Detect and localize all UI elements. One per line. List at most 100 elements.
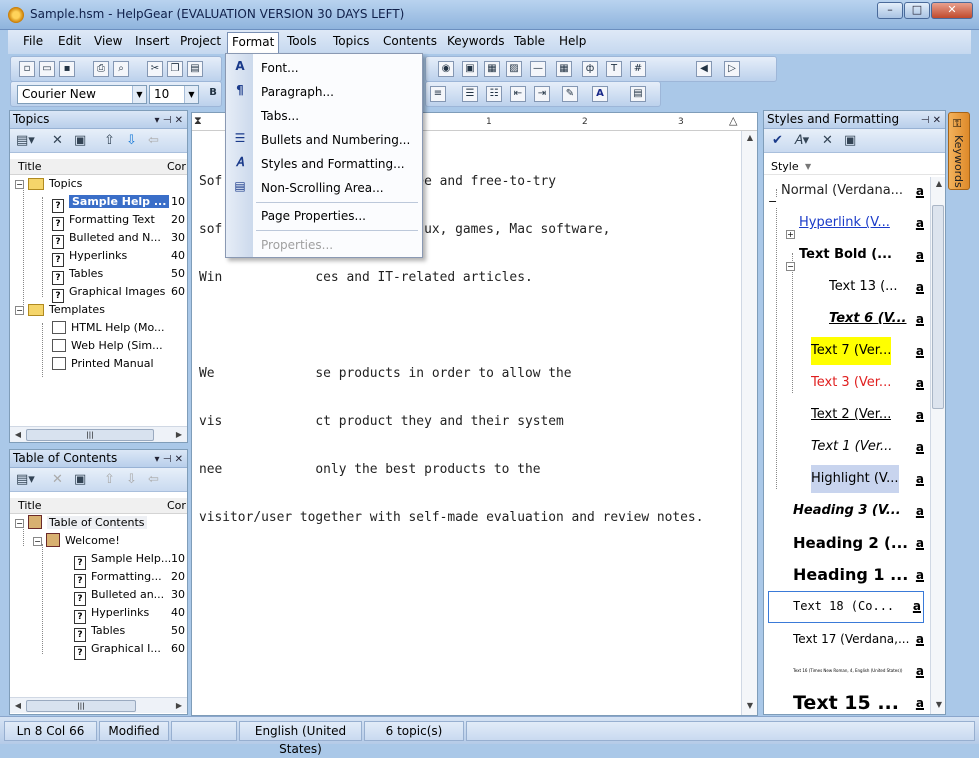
right-margin-marker-icon[interactable]: △: [729, 114, 737, 127]
menu-topics[interactable]: Topics: [333, 34, 369, 48]
panel-pin-close-icons[interactable]: ▾ ⊣ ✕: [155, 451, 183, 468]
frame-icon[interactable]: ▦: [484, 61, 500, 77]
count-column[interactable]: Cor: [167, 159, 186, 174]
count-column[interactable]: Cor: [167, 498, 186, 513]
move-left-icon[interactable]: ⇦: [148, 472, 159, 487]
apply-style-icon[interactable]: ✔: [772, 133, 783, 148]
topic-row[interactable]: ? Graphical Images 60: [52, 283, 185, 303]
style-row[interactable]: Heading 1 ... a: [793, 561, 924, 589]
new-topic-icon[interactable]: ▤▾: [16, 133, 35, 148]
style-row[interactable]: Heading 3 (V... a: [793, 497, 924, 525]
line-spacing-icon[interactable]: ≡: [430, 86, 446, 102]
minimize-button[interactable]: –: [877, 2, 903, 19]
delete-topic-icon[interactable]: ✕: [52, 133, 63, 148]
new-toc-item-icon[interactable]: ▤▾: [16, 472, 35, 487]
style-row[interactable]: Text 3 (Ver... a: [811, 369, 924, 397]
forward-icon[interactable]: ▷: [724, 61, 740, 77]
style-row[interactable]: Highlight (V... a: [811, 465, 924, 493]
back-icon[interactable]: ◀: [696, 61, 712, 77]
style-row[interactable]: +Hyperlink (V... a: [786, 209, 924, 239]
scroll-left-icon[interactable]: ◀: [12, 700, 24, 712]
paste-icon[interactable]: ▤: [187, 61, 203, 77]
template-row[interactable]: HTML Help (Mo...: [52, 319, 165, 337]
move-up-icon[interactable]: ⇧: [104, 472, 115, 487]
collapse-icon[interactable]: −: [15, 519, 24, 528]
topic-row[interactable]: ? Formatting Text 20: [52, 211, 185, 231]
text-box-icon[interactable]: T: [606, 61, 622, 77]
collapse-icon[interactable]: −: [33, 537, 42, 546]
menu-view[interactable]: View: [94, 34, 122, 48]
scroll-thumb[interactable]: [932, 205, 944, 409]
toc-row[interactable]: ? Graphical I... 60: [74, 640, 185, 660]
style-row[interactable]: Text 1 (Ver... a: [811, 433, 924, 461]
tree-folder-topics[interactable]: − Topics: [15, 175, 82, 193]
numbering-icon[interactable]: ☰: [462, 86, 478, 102]
scroll-up-icon[interactable]: ▲: [933, 179, 945, 191]
menu-item-non-scrolling[interactable]: Non-Scrolling Area...: [261, 178, 384, 198]
scroll-down-icon[interactable]: ▼: [744, 701, 756, 713]
style-row[interactable]: Text 2 (Ver... a: [811, 401, 924, 429]
maximize-button[interactable]: □: [904, 2, 930, 19]
page-properties-icon[interactable]: ▤: [630, 86, 646, 102]
style-row[interactable]: Text 15 ... a: [793, 689, 924, 714]
style-row[interactable]: Heading 2 (... a: [793, 529, 924, 557]
topic-properties-icon[interactable]: ▣: [74, 133, 86, 148]
new-icon[interactable]: ▫: [19, 61, 35, 77]
toc-row[interactable]: ? Sample Help... 10: [74, 550, 185, 570]
menu-contents[interactable]: Contents: [383, 34, 437, 48]
open-icon[interactable]: ▭: [39, 61, 55, 77]
close-button[interactable]: ✕: [931, 2, 973, 19]
toc-hscrollbar[interactable]: ◀ ||| ▶: [10, 697, 187, 713]
topics-hscrollbar[interactable]: ◀ ||| ▶: [10, 426, 187, 442]
style-row-selected[interactable]: Text 18 (Co... a: [768, 591, 924, 623]
topic-row[interactable]: ? Bulleted and N... 30: [52, 229, 185, 249]
print-preview-icon[interactable]: ⌕: [113, 61, 129, 77]
tree-folder-templates[interactable]: − Templates: [15, 301, 105, 319]
menu-tools[interactable]: Tools: [287, 34, 317, 48]
chevron-down-icon[interactable]: ▼: [132, 86, 146, 103]
style-row[interactable]: −Text Bold (... a: [786, 241, 924, 271]
font-color-icon[interactable]: A: [592, 86, 608, 102]
template-row[interactable]: Web Help (Sim...: [52, 337, 163, 355]
decrease-indent-icon[interactable]: ⇤: [510, 86, 526, 102]
table-icon[interactable]: ▦: [556, 61, 572, 77]
menu-item-font[interactable]: Font...: [261, 58, 299, 78]
menu-item-bullets[interactable]: Bullets and Numbering...: [261, 130, 410, 150]
bullets-icon[interactable]: ☷: [486, 86, 502, 102]
indent-marker-icon[interactable]: ⧗: [194, 114, 202, 128]
style-column[interactable]: Style: [771, 159, 799, 174]
bold-icon[interactable]: B: [205, 86, 221, 102]
toc-row[interactable]: ? Formatting... 20: [74, 568, 185, 588]
menu-format[interactable]: Format: [227, 32, 280, 54]
scroll-down-icon[interactable]: ▼: [933, 700, 945, 712]
move-down-icon[interactable]: ⇩: [126, 133, 137, 148]
image-icon[interactable]: ▣: [462, 61, 478, 77]
style-row[interactable]: Text 7 (Ver... a: [811, 337, 924, 365]
scroll-thumb[interactable]: |||: [26, 429, 154, 441]
topic-row[interactable]: ? Tables 50: [52, 265, 185, 285]
scroll-right-icon[interactable]: ▶: [173, 700, 185, 712]
new-style-icon[interactable]: 𝐴▾: [794, 133, 809, 148]
picture-icon[interactable]: ▨: [506, 61, 522, 77]
cut-icon[interactable]: ✂: [147, 61, 163, 77]
style-row[interactable]: −Normal (Verdana... a: [768, 177, 924, 207]
styles-vscrollbar[interactable]: ▲ ▼: [930, 177, 945, 714]
collapse-icon[interactable]: −: [15, 180, 24, 189]
scroll-left-icon[interactable]: ◀: [12, 429, 24, 441]
horizontal-line-icon[interactable]: —: [530, 61, 546, 77]
delete-toc-item-icon[interactable]: ✕: [52, 472, 63, 487]
style-row[interactable]: Text 17 (Verdana,... a: [793, 625, 924, 653]
scroll-right-icon[interactable]: ▶: [173, 429, 185, 441]
toc-row[interactable]: ? Bulleted an... 30: [74, 586, 185, 606]
menu-item-paragraph[interactable]: Paragraph...: [261, 82, 334, 102]
menu-item-page-properties[interactable]: Page Properties...: [261, 206, 366, 226]
toc-row[interactable]: ? Tables 50: [74, 622, 185, 642]
app-icon[interactable]: [8, 7, 24, 23]
menu-edit[interactable]: Edit: [58, 34, 81, 48]
font-name-combo[interactable]: Courier New ▼: [17, 85, 147, 104]
field-icon[interactable]: ф: [582, 61, 598, 77]
symbol-icon[interactable]: #: [630, 61, 646, 77]
menu-help[interactable]: Help: [559, 34, 586, 48]
menu-insert[interactable]: Insert: [135, 34, 169, 48]
scroll-thumb[interactable]: |||: [26, 700, 136, 712]
